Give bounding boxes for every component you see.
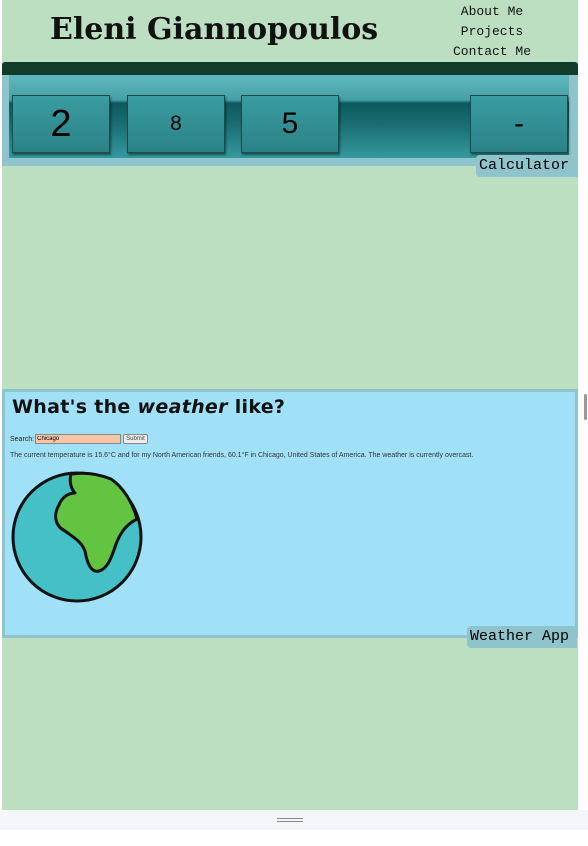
weather-result-text: The current temperature is 15.6°C and fo… <box>10 452 474 459</box>
nav-link-contact-me[interactable]: Contact Me <box>442 43 542 63</box>
weather-title-suffix: like? <box>227 396 286 418</box>
nav-link-projects[interactable]: Projects <box>442 23 542 43</box>
search-label: Search: <box>10 435 35 443</box>
site-title: Eleni Giannopoulos <box>50 12 379 47</box>
header-divider-bar <box>2 62 578 76</box>
weather-search-row: Search: Submit <box>10 434 148 444</box>
weather-title: What's the weather like? <box>12 396 285 418</box>
weather-title-prefix: What's the <box>12 396 138 418</box>
calculator-key-5[interactable]: 5 <box>241 95 339 153</box>
city-search-input[interactable] <box>35 434 122 444</box>
weather-title-emphasis: weather <box>137 396 228 418</box>
resize-handle-icon[interactable] <box>277 818 303 824</box>
weather-app-frame: What's the weather like? Search: Submit … <box>2 389 578 638</box>
calculator-panel: 2 8 5 - <box>2 75 578 166</box>
calculator-keypad: 2 8 5 - <box>9 75 569 158</box>
main-nav: About Me Projects Contact Me <box>442 3 542 63</box>
globe-icon <box>11 471 143 603</box>
calculator-key-8[interactable]: 8 <box>127 95 225 153</box>
scrollbar-thumb[interactable] <box>584 394 587 420</box>
calculator-label: Calculator <box>476 155 578 177</box>
calculator-key-2[interactable]: 2 <box>12 95 110 153</box>
submit-button[interactable]: Submit <box>123 434 148 444</box>
nav-link-about-me[interactable]: About Me <box>442 3 542 23</box>
calculator-key-minus[interactable]: - <box>470 95 568 153</box>
page: Eleni Giannopoulos About Me Projects Con… <box>2 0 578 810</box>
weather-app-label: Weather App <box>467 626 577 648</box>
